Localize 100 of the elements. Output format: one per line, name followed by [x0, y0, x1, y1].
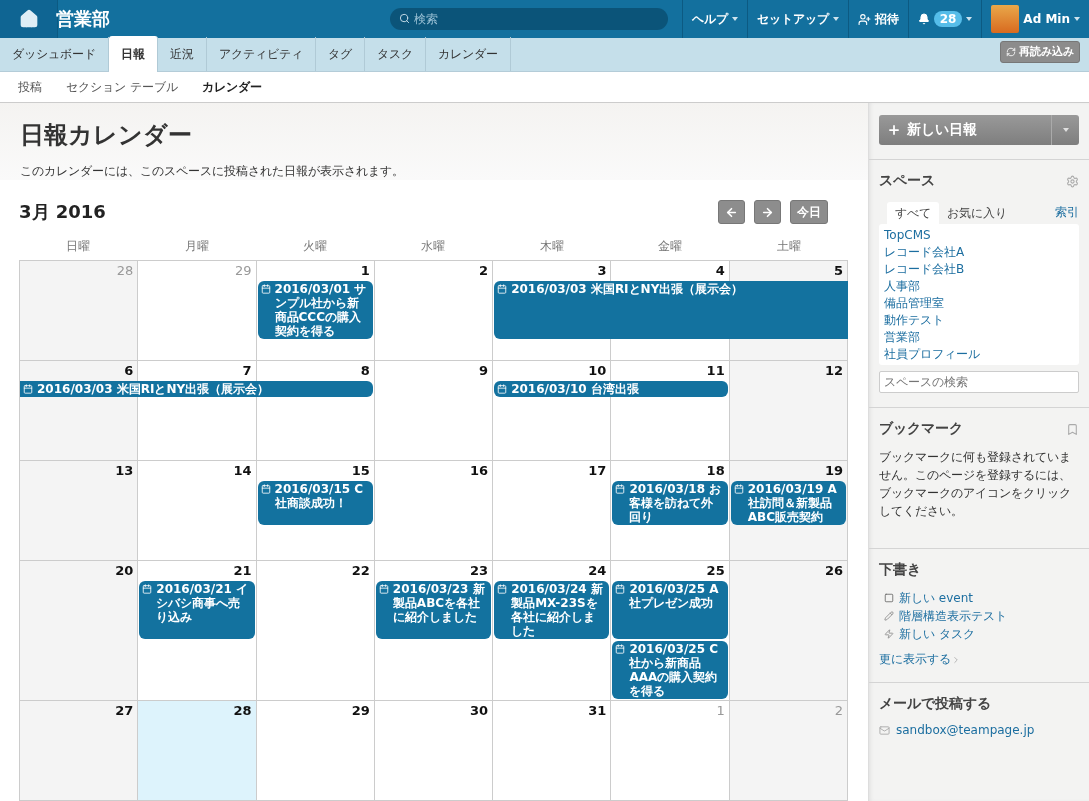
- weekday-label: 日曜: [66, 239, 91, 253]
- month-title: 3月 2016: [19, 200, 106, 224]
- bell-icon: [917, 13, 930, 25]
- section-title: スペース: [879, 172, 935, 190]
- day-number: 20: [115, 563, 134, 580]
- reload-button[interactable]: 再読み込み: [1000, 40, 1080, 63]
- weekday-label: 金曜: [658, 239, 683, 253]
- calendar-event[interactable]: 2016/03/18 お客様を訪ねて外回り: [612, 481, 728, 525]
- weekday-label: 土曜: [776, 239, 801, 253]
- day-number: 12: [824, 363, 843, 380]
- space-link[interactable]: レコード会社A: [884, 244, 1074, 260]
- caret-icon: [966, 17, 973, 21]
- space-link[interactable]: 備品管理室: [884, 295, 1074, 311]
- space-link[interactable]: 社員プロフィール: [884, 346, 1074, 362]
- day-number: 25: [706, 563, 725, 580]
- calendar-icon: [142, 584, 153, 594]
- calendar-event[interactable]: 2016/03/25 C社から新商品AAAの購入契約を得る: [612, 641, 728, 699]
- notification-count: 28: [933, 11, 963, 27]
- subnav-link[interactable]: カレンダー: [191, 78, 272, 96]
- caret-icon: [1062, 128, 1069, 132]
- add-user-icon: [857, 12, 871, 26]
- today-button[interactable]: 今日: [790, 200, 828, 224]
- day-number: 30: [470, 703, 489, 720]
- space-search-field[interactable]: スペースの検索: [879, 371, 1079, 393]
- day-number: 16: [470, 463, 489, 480]
- nav-tab[interactable]: タグ: [316, 37, 365, 71]
- day-number: 28: [116, 263, 134, 280]
- subnav-link[interactable]: 投稿: [8, 78, 52, 96]
- right-arrow-icon: [761, 205, 774, 219]
- day-number: 2: [479, 263, 489, 280]
- day-number: 13: [115, 463, 134, 480]
- space-tab[interactable]: お気に入り: [939, 202, 1015, 224]
- space-link[interactable]: 人事部: [884, 278, 1074, 294]
- caret-icon: [1074, 17, 1080, 21]
- nav-tab[interactable]: カレンダー: [426, 37, 511, 71]
- day-number: 8: [360, 363, 370, 380]
- day-number: 15: [351, 463, 370, 480]
- day-number: 29: [351, 703, 370, 720]
- space-title: 営業部: [56, 7, 110, 31]
- day-number: 22: [351, 563, 370, 580]
- day-number: 7: [242, 363, 252, 380]
- page-title: 日報カレンダー: [20, 120, 193, 151]
- day-number: 17: [588, 463, 607, 480]
- search-field[interactable]: 検索: [390, 8, 668, 30]
- day-number: 26: [824, 563, 843, 580]
- calendar-event[interactable]: 2016/03/15 C社商談成功！: [257, 481, 373, 525]
- home-button[interactable]: [0, 0, 58, 38]
- nav-tab[interactable]: 近況: [158, 37, 207, 71]
- calendar-icon: [615, 644, 626, 654]
- weekday-label: 月曜: [184, 239, 209, 253]
- index-link[interactable]: 索引: [1055, 204, 1079, 224]
- mail-icon: [879, 724, 890, 736]
- space-link[interactable]: レコード会社B: [884, 261, 1074, 277]
- calendar-event[interactable]: 2016/03/03 米国RIとNY出張（展示会）: [494, 281, 848, 339]
- day-number: 4: [715, 263, 725, 280]
- subnav-link[interactable]: セクション テーブル: [56, 78, 188, 96]
- previous-button[interactable]: [718, 200, 745, 224]
- nav-tab[interactable]: タスク: [365, 37, 426, 71]
- day-number: 1: [716, 703, 725, 720]
- calendar-event[interactable]: 2016/03/21 イシバシ商事へ売り込み: [139, 581, 255, 639]
- calendar-event[interactable]: 2016/03/19 A社訪問＆新製品ABC販売契約: [730, 481, 846, 525]
- day-number: 23: [470, 563, 489, 580]
- next-button[interactable]: [754, 200, 781, 224]
- calendar-icon: [497, 284, 508, 294]
- nav-tab[interactable]: 日報: [109, 36, 158, 72]
- space-link[interactable]: 動作テスト: [884, 312, 1074, 328]
- section-title: 下書き: [879, 561, 922, 579]
- email-link[interactable]: sandbox@teampage.jp: [879, 723, 1079, 737]
- avatar-placeholder: [991, 5, 1020, 33]
- caret-icon: [731, 17, 738, 21]
- day-number: 21: [233, 563, 252, 580]
- day-number: 10: [588, 363, 607, 380]
- calendar-icon: [260, 284, 271, 294]
- space-link[interactable]: 営業部: [884, 329, 1074, 345]
- calendar-event[interactable]: 2016/03/10 台湾出張: [494, 381, 728, 397]
- home-icon: [18, 9, 39, 29]
- draft-link[interactable]: 新しい タスク: [879, 625, 1079, 643]
- calendar-icon: [378, 584, 389, 594]
- calendar-event[interactable]: 2016/03/01 サンプル社から新商品CCCの購入契約を得る: [257, 281, 373, 339]
- calendar-icon: [615, 484, 626, 494]
- space-tab[interactable]: すべて: [887, 202, 939, 224]
- chevron-right-icon: [951, 654, 961, 665]
- draft-link[interactable]: 新しい event: [879, 589, 1079, 607]
- space-link[interactable]: TopCMS: [884, 227, 1074, 243]
- weekday-label: 火曜: [303, 239, 328, 253]
- calendar-event[interactable]: 2016/03/24 新製品MX-23Sを各社に紹介しました: [494, 581, 610, 639]
- draft-link[interactable]: 階層構造表示テスト: [879, 607, 1079, 625]
- calendar-event[interactable]: 2016/03/23 新製品ABCを各社に紹介しました: [375, 581, 492, 639]
- day-number: 24: [588, 563, 607, 580]
- page-description: このカレンダーには、このスペースに投稿された日報が表示されます。: [20, 163, 405, 180]
- show-more-link[interactable]: 更に表示する: [879, 651, 1079, 668]
- calendar-icon: [497, 384, 508, 394]
- day-number: 31: [588, 703, 607, 720]
- weekday-label: 水曜: [421, 239, 446, 253]
- day-number: 3: [597, 263, 607, 280]
- calendar-event[interactable]: 2016/03/03 米国RIとNY出張（展示会）: [20, 381, 373, 397]
- nav-tab[interactable]: アクティビティ: [207, 37, 316, 71]
- calendar-event[interactable]: 2016/03/25 A社プレゼン成功: [612, 581, 728, 639]
- day-number: 2: [834, 703, 843, 720]
- day-number: 11: [706, 363, 725, 380]
